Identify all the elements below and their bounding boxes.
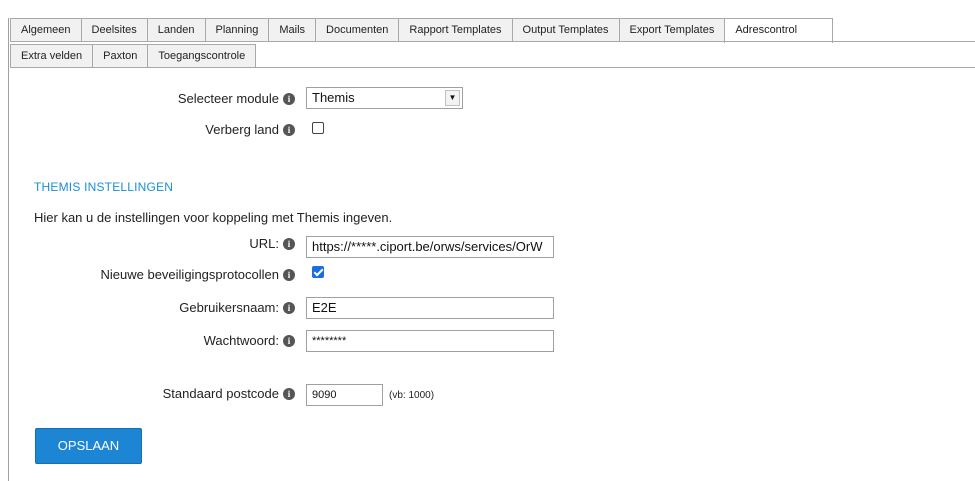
info-icon[interactable]: i — [283, 238, 295, 250]
tab-rapport-templates[interactable]: Rapport Templates — [398, 18, 513, 41]
tab-planning[interactable]: Planning — [204, 18, 270, 41]
hide-country-checkbox[interactable] — [312, 122, 324, 134]
password-label: Wachtwoord: i — [204, 333, 295, 348]
postcode-label: Standaard postcode i — [163, 386, 295, 401]
tab-adrescontrol[interactable]: Adrescontrol — [724, 18, 834, 43]
password-input[interactable]: ******** — [306, 330, 554, 352]
info-icon[interactable]: i — [283, 93, 295, 105]
tab-algemeen[interactable]: Algemeen — [10, 18, 82, 41]
protocols-checkbox[interactable] — [312, 266, 324, 278]
username-label-text: Gebruikersnaam: — [179, 300, 279, 315]
tab-landen[interactable]: Landen — [146, 18, 206, 41]
chevron-down-icon[interactable]: ▼ — [445, 90, 460, 106]
tab-toegangscontrole[interactable]: Toegangscontrole — [147, 44, 257, 67]
tab-deelsites[interactable]: Deelsites — [80, 18, 148, 41]
hide-country-label: Verberg land i — [205, 122, 295, 137]
password-label-text: Wachtwoord: — [203, 333, 279, 348]
save-button[interactable]: OPSLAAN — [35, 428, 142, 464]
tab-paxton[interactable]: Paxton — [92, 44, 149, 67]
url-label-text: URL: — [249, 236, 279, 251]
info-icon[interactable]: i — [283, 269, 295, 281]
protocols-label-text: Nieuwe beveiligingsprotocollen — [100, 267, 280, 282]
tab-documenten[interactable]: Documenten — [315, 18, 400, 41]
username-label: Gebruikersnaam: i — [179, 300, 295, 315]
tab-row-1-divider — [10, 41, 975, 42]
tab-extra-velden[interactable]: Extra velden — [10, 44, 94, 67]
tab-row-2-divider — [10, 67, 975, 68]
tab-export-templates[interactable]: Export Templates — [618, 18, 726, 41]
section-title: THEMIS INSTELLINGEN — [34, 180, 174, 194]
info-icon[interactable]: i — [283, 124, 295, 136]
info-icon[interactable]: i — [283, 302, 295, 314]
content-frame-border — [8, 18, 9, 481]
url-label: URL: i — [249, 236, 295, 251]
tab-output-templates[interactable]: Output Templates — [511, 18, 620, 41]
username-input[interactable]: E2E — [306, 297, 554, 319]
module-label-text: Selecteer module — [177, 91, 279, 106]
hide-country-label-text: Verberg land — [205, 122, 279, 137]
protocols-label: Nieuwe beveiligingsprotocollen i — [100, 267, 295, 282]
postcode-label-text: Standaard postcode — [162, 386, 279, 401]
info-icon[interactable]: i — [283, 388, 295, 400]
url-input[interactable]: https://*****.ciport.be/orws/services/Or… — [306, 236, 554, 258]
info-icon[interactable]: i — [283, 335, 295, 347]
tab-bar-row-1: Algemeen Deelsites Landen Planning Mails… — [10, 18, 834, 43]
postcode-input[interactable]: 9090 — [306, 384, 383, 406]
tab-bar-row-2: Extra velden Paxton Toegangscontrole — [10, 44, 257, 68]
module-select-value: Themis — [312, 90, 355, 105]
tab-mails[interactable]: Mails — [268, 18, 317, 41]
section-description: Hier kan u de instellingen voor koppelin… — [34, 210, 393, 225]
module-select[interactable]: Themis ▼ — [306, 87, 463, 109]
postcode-hint: (vb: 1000) — [389, 390, 435, 401]
module-label: Selecteer module i — [178, 91, 295, 106]
